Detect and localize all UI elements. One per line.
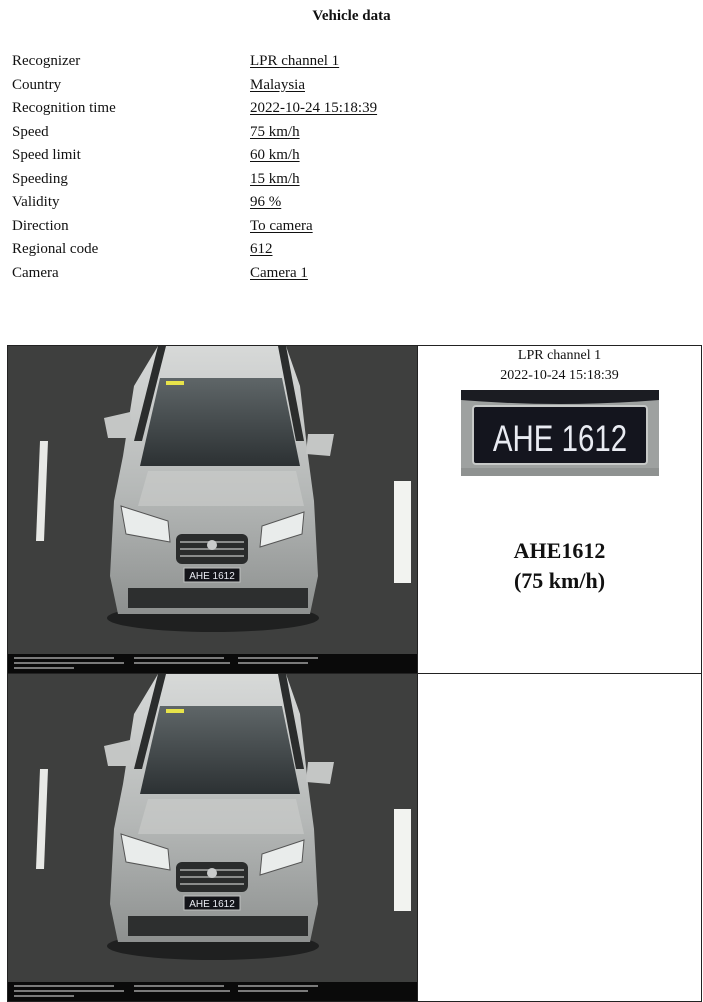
field-row: Validity 96 % (12, 191, 377, 215)
field-label: Regional code (12, 241, 99, 257)
field-value: 2022-10-24 15:18:39 (250, 100, 378, 116)
field-row: Recognizer LPR channel 1 (12, 50, 377, 74)
field-row: Camera Camera 1 (12, 262, 377, 286)
vehicle-scene-2: AHE 1612 (8, 674, 417, 1001)
speed-label: (75 km/h) (513, 568, 606, 593)
field-label: Speeding (12, 170, 68, 187)
vehicle-data-table: Recognizer LPR channel 1 Country Malaysi… (12, 50, 377, 285)
field-row: Speeding 15 km/h (12, 168, 377, 192)
vehicle-photo-2: AHE 1612 (7, 673, 418, 1002)
field-label: Country (12, 76, 62, 93)
capture-time: 2022-10-24 15:18:39 (500, 368, 619, 383)
field-value: Malaysia (250, 76, 305, 93)
field-label: Recognition time (12, 100, 116, 116)
field-label: Speed (12, 123, 49, 140)
field-value: 75 km/h (250, 123, 300, 140)
plate-crop-text: AHE 1612 (492, 419, 626, 460)
plate-label-2: AHE 1612 (189, 899, 235, 910)
field-row: Direction To camera (12, 215, 377, 239)
plate-number: AHE1612 (513, 538, 606, 563)
field-value: Camera 1 (250, 264, 308, 281)
field-label: Validity (12, 194, 60, 210)
field-value: 60 km/h (250, 147, 300, 163)
plate-crop-image: AHE 1612 (460, 390, 659, 476)
capture-channel: LPR channel 1 (517, 348, 602, 363)
vehicle-photo-1: AHE 1612 (7, 345, 418, 674)
field-row: Regional code 612 (12, 238, 377, 262)
field-value: LPR channel 1 (250, 53, 340, 69)
field-label: Camera (12, 264, 59, 281)
page-title: Vehicle data (312, 8, 391, 24)
empty-info-cell (417, 673, 702, 1002)
capture-grid: AHE 1612 LPR channel 1 2022-10-24 15:18:… (7, 345, 702, 1002)
field-label: Speed limit (12, 147, 81, 163)
vehicle-scene-1: AHE 1612 (8, 346, 417, 673)
field-value: To camera (250, 217, 313, 234)
plate-label-1: AHE 1612 (189, 571, 235, 582)
field-row: Recognition time 2022-10-24 15:18:39 (12, 97, 377, 121)
field-value: 612 (250, 241, 273, 257)
field-value: 96 % (250, 194, 282, 210)
field-row: Speed limit 60 km/h (12, 144, 377, 168)
field-value: 15 km/h (250, 170, 300, 187)
field-label: Direction (12, 217, 69, 234)
field-label: Recognizer (12, 53, 81, 69)
capture-info-panel: LPR channel 1 2022-10-24 15:18:39 AHE 16… (417, 345, 702, 674)
field-row: Country Malaysia (12, 74, 377, 98)
field-row: Speed 75 km/h (12, 121, 377, 145)
